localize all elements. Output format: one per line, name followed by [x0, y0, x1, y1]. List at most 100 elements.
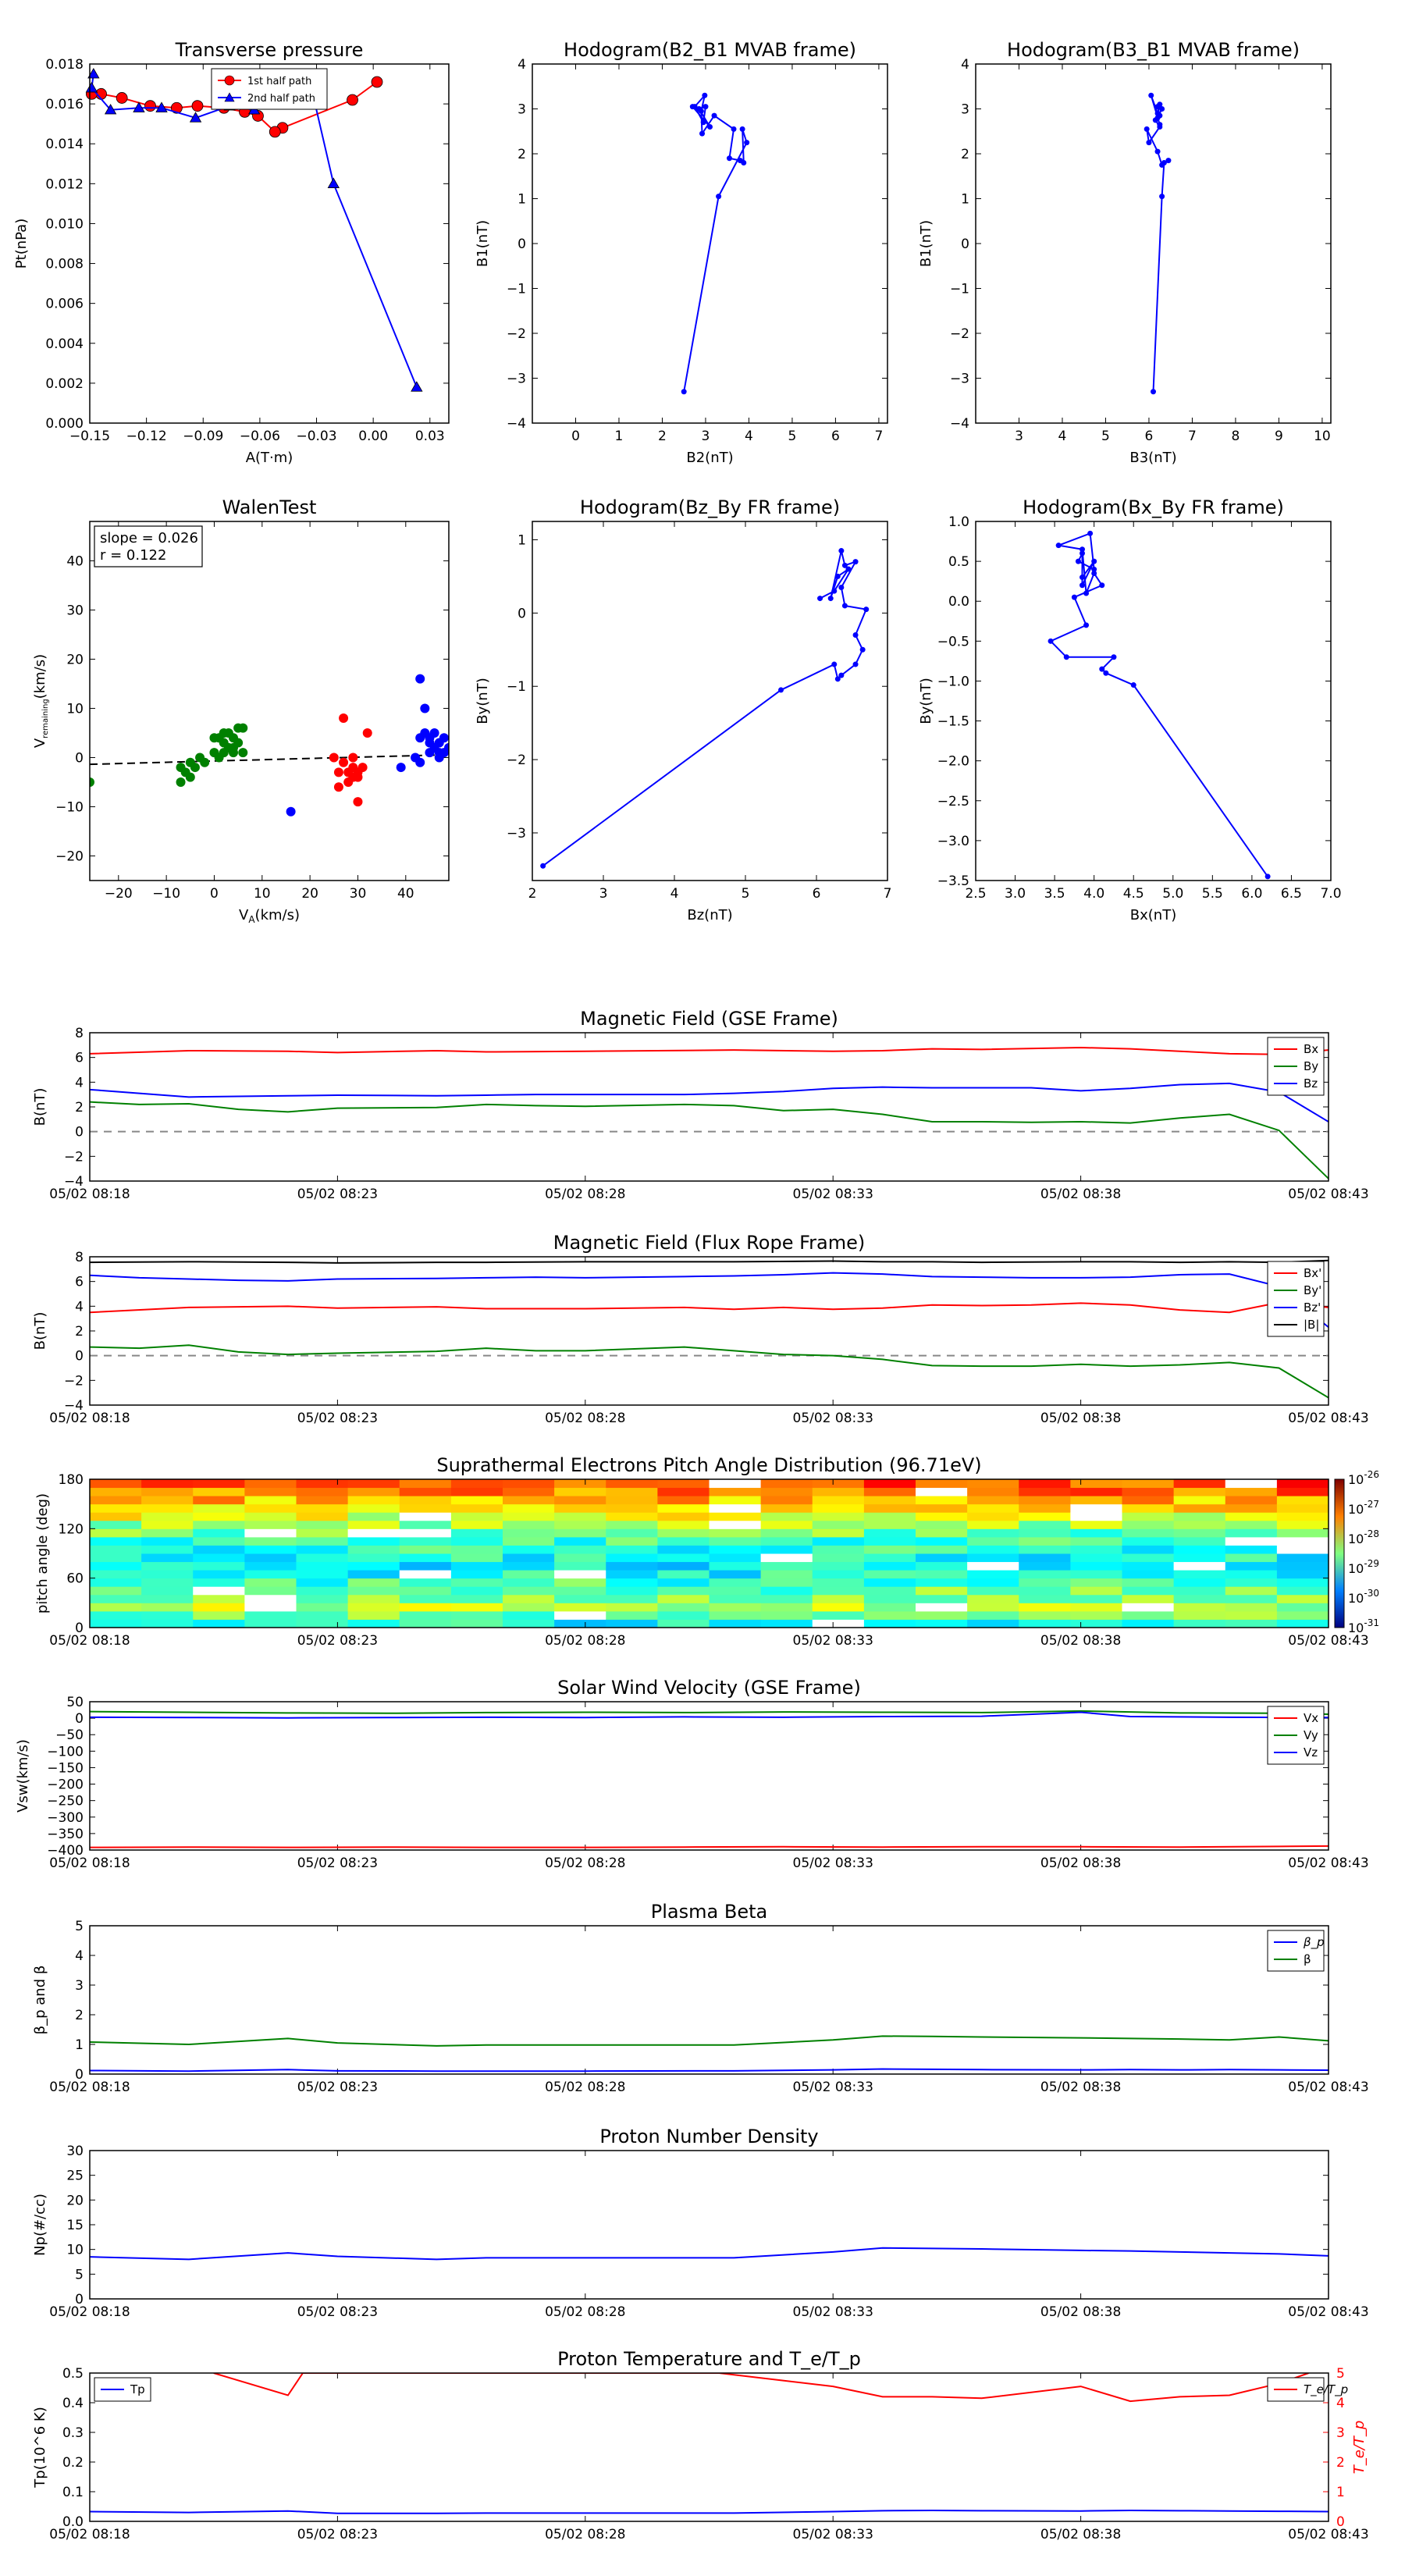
- heatmap-cell: [141, 1528, 194, 1538]
- heatmap-cell: [967, 1528, 1019, 1538]
- heatmap-cell: [812, 1512, 865, 1521]
- heatmap-cell: [863, 1619, 916, 1628]
- heatmap-cell: [503, 1603, 555, 1612]
- plot-frame: [89, 1925, 1329, 2075]
- heatmap-cell: [347, 1512, 400, 1521]
- x-tick-label: 0: [571, 429, 580, 444]
- heatmap-cell: [141, 1503, 194, 1513]
- y-axis-label-v: V: [32, 738, 48, 748]
- heatmap-cell: [296, 1528, 349, 1538]
- heatmap-cell: [606, 1520, 658, 1529]
- data-point: [838, 584, 845, 590]
- heatmap-cell: [657, 1561, 710, 1571]
- heatmap-cell: [709, 1545, 762, 1554]
- heatmap-cell: [1019, 1594, 1071, 1603]
- data-point-triangle: [85, 81, 98, 93]
- data-point: [841, 603, 848, 609]
- heatmap-cell: [1276, 1594, 1329, 1603]
- heatmap-cell: [916, 1594, 968, 1603]
- chart-title: Proton Temperature and T_e/T_p: [557, 2348, 861, 2370]
- legend-label: Tp: [130, 2382, 145, 2396]
- heatmap-cell: [760, 1610, 813, 1620]
- y-tick-label: 3: [961, 102, 969, 118]
- heatmap-cell: [709, 1570, 762, 1579]
- heatmap-cell: [1070, 1512, 1122, 1521]
- y-tick-label: −3.5: [937, 873, 969, 889]
- x-tick-label: 05/02 08:28: [545, 1856, 625, 1871]
- heatmap-cell: [90, 1512, 142, 1521]
- data-point: [540, 863, 546, 869]
- y-tick-label: 25: [66, 2169, 84, 2184]
- y-tick-label: 60: [66, 1571, 84, 1587]
- heatmap-cell: [760, 1553, 813, 1563]
- y-axis-label: B1(nT): [918, 220, 934, 267]
- x-tick-label: 05/02 08:23: [297, 1633, 378, 1649]
- heatmap-cell: [1122, 1496, 1175, 1505]
- heatmap-cell: [399, 1578, 452, 1587]
- heatmap-cell: [1019, 1586, 1071, 1596]
- legend-label: 2nd half path: [247, 93, 315, 105]
- heatmap-cell: [812, 1487, 865, 1496]
- x-tick-label: 5.5: [1202, 886, 1223, 902]
- x-tick-label: −0.03: [296, 429, 336, 444]
- heatmap-cell: [193, 1610, 245, 1620]
- x-tick-label: 05/02 08:18: [49, 1187, 130, 1202]
- scatter-point: [329, 753, 339, 763]
- legend-label: T_e/T_p: [1304, 2382, 1348, 2397]
- heatmap-cell: [967, 1553, 1019, 1563]
- x-axis-label: B3(nT): [1129, 450, 1176, 466]
- heatmap-cell: [1122, 1512, 1175, 1521]
- heatmap-cell: [1225, 1610, 1278, 1620]
- heatmap-cell: [916, 1487, 968, 1496]
- heatmap-cell: [244, 1553, 297, 1563]
- heatmap-cell: [812, 1496, 865, 1505]
- heatmap-cell: [916, 1545, 968, 1554]
- heatmap-cell: [90, 1619, 142, 1628]
- heatmap-cell: [1276, 1487, 1329, 1496]
- heatmap-cell: [450, 1496, 503, 1505]
- heatmap-cell: [347, 1586, 400, 1596]
- heatmap-cell: [1122, 1479, 1175, 1489]
- data-point: [1157, 122, 1163, 128]
- heatmap-cell: [244, 1610, 297, 1620]
- x-tick-label: 05/02 08:33: [793, 2527, 873, 2542]
- x-tick-label: 05/02 08:28: [545, 2304, 625, 2320]
- heatmap-cell: [1019, 1528, 1071, 1538]
- data-point: [737, 158, 743, 164]
- heatmap-cell: [244, 1578, 297, 1587]
- data-point: [1159, 194, 1165, 200]
- heatmap-cell: [760, 1594, 813, 1603]
- x-tick-label: 4: [1058, 429, 1067, 444]
- heatmap-cell: [450, 1487, 503, 1496]
- scatter-point: [286, 806, 296, 817]
- heatmap-cell: [90, 1536, 142, 1546]
- plot-frame: [975, 521, 1332, 881]
- y-tick-label: 0.5: [948, 554, 969, 570]
- heatmap-cell: [1122, 1570, 1175, 1579]
- heatmap-cell: [1225, 1520, 1278, 1529]
- heatmap-cell: [244, 1512, 297, 1521]
- y-tick-label: −50: [55, 1727, 84, 1743]
- heatmap-cell: [347, 1536, 400, 1546]
- legend-label: By: [1304, 1059, 1318, 1073]
- legend-label: Bz': [1304, 1300, 1321, 1315]
- data-point-circle: [371, 76, 383, 88]
- heatmap-cell: [1173, 1528, 1226, 1538]
- heatmap-cell: [709, 1520, 762, 1529]
- heatmap-cell: [399, 1536, 452, 1546]
- y-tick-label: −200: [47, 1777, 84, 1793]
- plot-frame: [89, 1256, 1329, 1406]
- heatmap-cell: [760, 1520, 813, 1529]
- heatmap-cell: [450, 1536, 503, 1546]
- y-tick-label: 3: [75, 1978, 84, 1994]
- heatmap-cell: [244, 1503, 297, 1513]
- y-axis-label: β_p and β: [32, 1966, 48, 2035]
- heatmap-cell: [347, 1578, 400, 1587]
- heatmap-cell: [863, 1553, 916, 1563]
- heatmap-cell: [709, 1603, 762, 1612]
- heatmap-cell: [1019, 1610, 1071, 1620]
- heatmap-cell: [1276, 1561, 1329, 1571]
- heatmap-cell: [1225, 1603, 1278, 1612]
- heatmap-cell: [347, 1545, 400, 1554]
- heatmap-cell: [606, 1553, 658, 1563]
